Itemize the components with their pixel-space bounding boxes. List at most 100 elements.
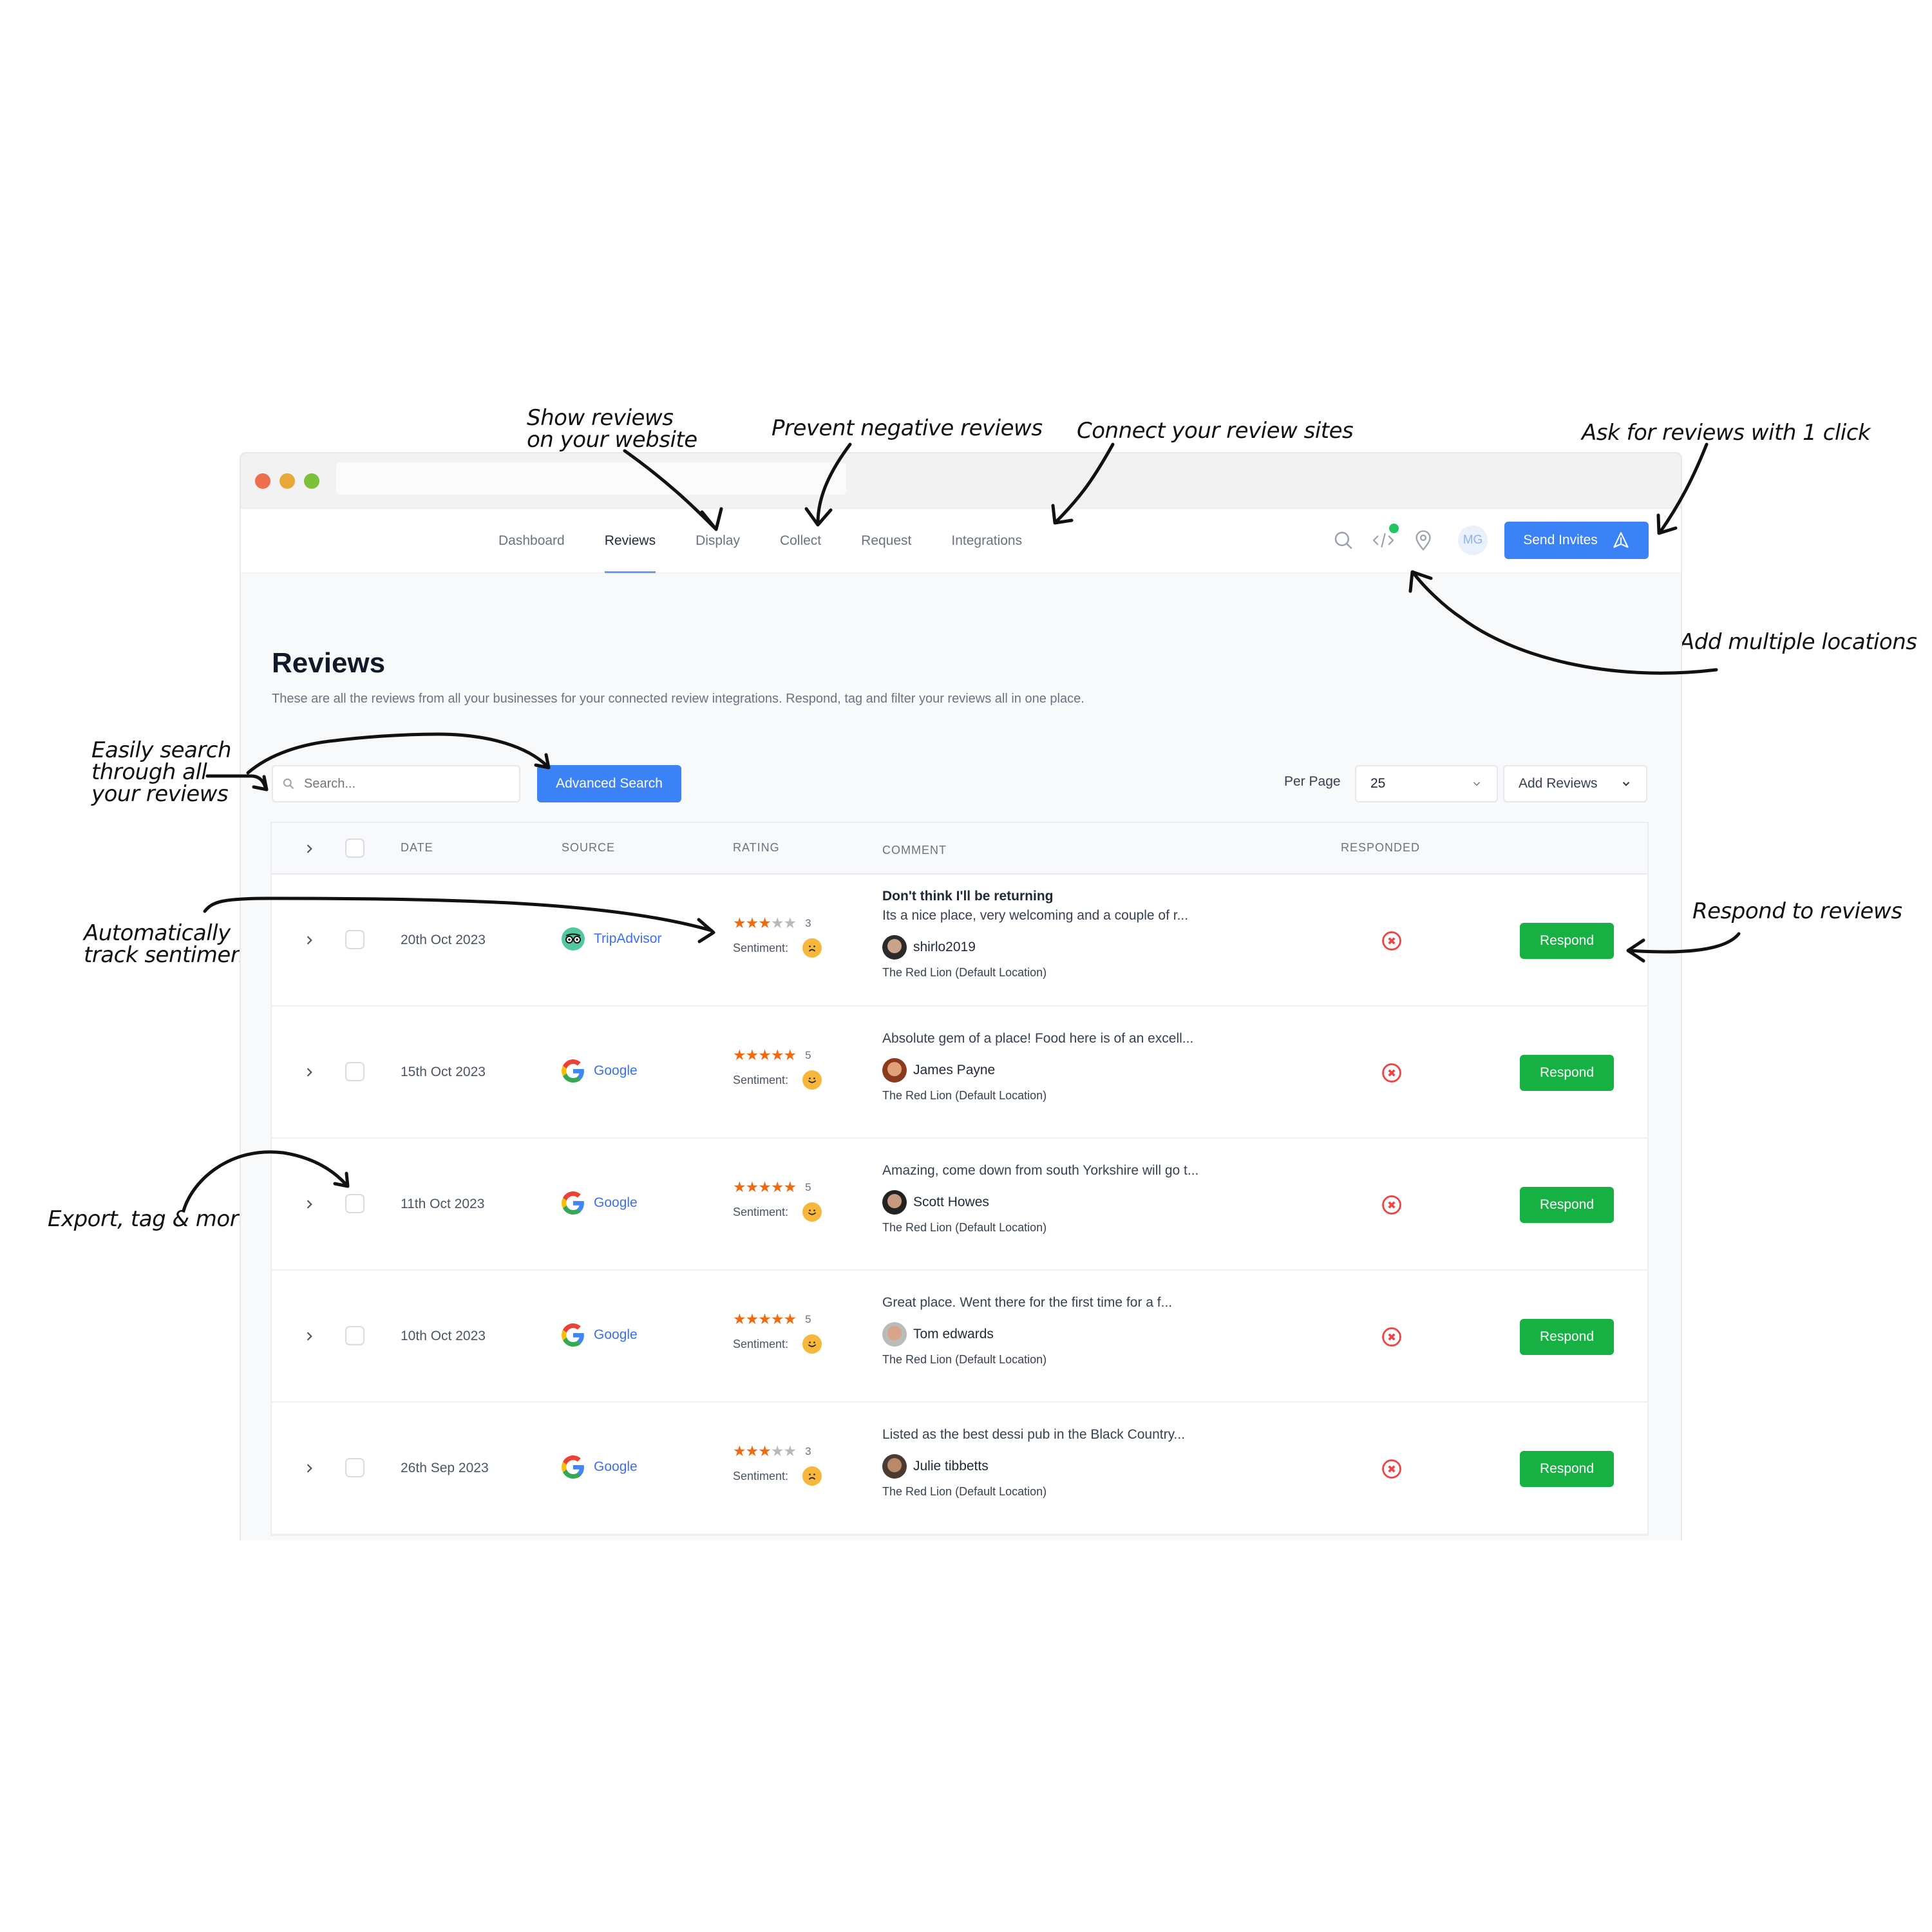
review-author: Scott Howes	[882, 1190, 1198, 1215]
review-comment[interactable]: Great place. Went there for the first ti…	[882, 1295, 1172, 1367]
table-row: 10th Oct 2023 Google ★ ★ ★ ★ ★ 5 Sentiment: G…	[272, 1271, 1647, 1403]
tab-request[interactable]: Request	[861, 509, 911, 573]
expand-all-chevron-icon[interactable]	[303, 842, 316, 855]
respond-button[interactable]: Respond	[1520, 1451, 1614, 1487]
expand-row-chevron-icon[interactable]	[303, 1330, 316, 1343]
review-comment[interactable]: Absolute gem of a place! Food here is of…	[882, 1031, 1193, 1103]
rating-number: 5	[805, 1312, 811, 1325]
star-filled-icon: ★	[745, 1311, 759, 1327]
header-source[interactable]: SOURCE	[562, 841, 615, 855]
author-name: James Payne	[913, 1063, 996, 1077]
expand-row-chevron-icon[interactable]	[303, 934, 316, 947]
row-checkbox[interactable]	[345, 930, 365, 949]
happy-face-icon	[802, 1070, 822, 1090]
not-responded-x-icon	[1382, 1459, 1401, 1479]
tab-dashboard[interactable]: Dashboard	[498, 509, 565, 573]
comment-text: Absolute gem of a place! Food here is of…	[882, 1031, 1194, 1046]
rating-number: 5	[805, 1180, 811, 1193]
sentiment-label: Sentiment:	[733, 1337, 789, 1350]
send-invites-label: Send Invites	[1523, 533, 1598, 547]
add-reviews-dropdown[interactable]: Add Reviews	[1503, 765, 1647, 802]
sentiment: Sentiment:	[733, 938, 822, 958]
code-icon[interactable]	[1370, 524, 1399, 553]
source-name: Google	[594, 1063, 638, 1078]
author-avatar	[882, 1454, 907, 1479]
author-name: Julie tibbetts	[913, 1459, 989, 1473]
window-close-dot[interactable]	[255, 473, 270, 489]
header-comment[interactable]: COMMENT	[882, 844, 947, 857]
sentiment: Sentiment:	[733, 1070, 822, 1090]
sad-face-icon	[802, 1466, 822, 1486]
review-rating: ★ ★ ★ ★ ★ 5 Sentiment:	[733, 1046, 822, 1090]
review-source[interactable]: Google	[562, 1455, 638, 1479]
review-rating: ★ ★ ★ ★ ★ 3 Sentiment:	[733, 1443, 822, 1486]
review-comment[interactable]: Don't think I'll be returning Its a nice…	[882, 889, 1188, 980]
tab-integrations[interactable]: Integrations	[951, 509, 1022, 573]
per-page-value: 25	[1370, 776, 1386, 791]
select-all-checkbox[interactable]	[345, 838, 365, 858]
rating-number: 3	[805, 916, 811, 929]
status-indicator-dot	[1389, 524, 1399, 533]
google-logo-icon	[562, 1191, 585, 1215]
search-input[interactable]	[304, 776, 497, 791]
row-checkbox[interactable]	[345, 1194, 365, 1213]
google-logo-icon	[562, 1059, 585, 1083]
tripadvisor-logo-icon	[562, 927, 585, 951]
row-checkbox[interactable]	[345, 1062, 365, 1081]
respond-button[interactable]: Respond	[1520, 923, 1614, 959]
review-source[interactable]: TripAdvisor	[562, 927, 661, 951]
star-filled-icon: ★	[733, 1179, 746, 1195]
review-source[interactable]: Google	[562, 1191, 638, 1215]
expand-row-chevron-icon[interactable]	[303, 1462, 316, 1475]
send-invites-button[interactable]: Send Invites	[1504, 522, 1649, 559]
review-comment[interactable]: Amazing, come down from south Yorkshire …	[882, 1163, 1198, 1235]
respond-button[interactable]: Respond	[1520, 1187, 1614, 1223]
star-filled-icon: ★	[770, 1046, 784, 1063]
expand-row-chevron-icon[interactable]	[303, 1066, 316, 1079]
chevron-down-icon	[1473, 782, 1481, 786]
search-icon[interactable]	[1331, 527, 1356, 553]
advanced-search-button[interactable]: Advanced Search	[537, 765, 681, 802]
row-checkbox[interactable]	[345, 1326, 365, 1345]
star-filled-icon: ★	[745, 914, 759, 931]
header-date[interactable]: DATE	[401, 841, 433, 855]
review-author: James Payne	[882, 1058, 1193, 1083]
review-date: 10th Oct 2023	[401, 1329, 486, 1343]
per-page-select[interactable]: 25	[1355, 765, 1498, 802]
author-name: shirlo2019	[913, 940, 976, 954]
star-empty-icon: ★	[783, 914, 797, 931]
review-date: 15th Oct 2023	[401, 1065, 486, 1079]
google-logo-icon	[562, 1455, 585, 1479]
search-field[interactable]	[272, 765, 520, 802]
tab-collect[interactable]: Collect	[780, 509, 821, 573]
table-row: 26th Sep 2023 Google ★ ★ ★ ★ ★ 3 Sentiment: L…	[272, 1403, 1647, 1535]
window-minimize-dot[interactable]	[279, 473, 295, 489]
table-row: 15th Oct 2023 Google ★ ★ ★ ★ ★ 5 Sentiment: A…	[272, 1007, 1647, 1139]
tab-display[interactable]: Display	[696, 509, 740, 573]
row-checkbox[interactable]	[345, 1458, 365, 1477]
review-author: Julie tibbetts	[882, 1454, 1185, 1479]
not-responded-x-icon	[1382, 1063, 1401, 1083]
header-responded[interactable]: RESPONDED	[1341, 841, 1420, 855]
author-name: Tom edwards	[913, 1327, 994, 1341]
not-responded-x-icon	[1382, 1327, 1401, 1347]
review-source[interactable]: Google	[562, 1323, 638, 1347]
source-name: Google	[594, 1459, 638, 1474]
star-rating: ★ ★ ★ ★ ★ 3	[733, 1443, 822, 1460]
location-pin-icon[interactable]	[1410, 527, 1436, 553]
expand-row-chevron-icon[interactable]	[303, 1198, 316, 1211]
review-comment[interactable]: Listed as the best dessi pub in the Blac…	[882, 1427, 1185, 1499]
review-rating: ★ ★ ★ ★ ★ 5 Sentiment:	[733, 1311, 822, 1354]
respond-button[interactable]: Respond	[1520, 1319, 1614, 1355]
respond-button[interactable]: Respond	[1520, 1055, 1614, 1091]
header-rating[interactable]: RATING	[733, 841, 780, 855]
tab-reviews[interactable]: Reviews	[604, 509, 656, 573]
sentiment: Sentiment:	[733, 1202, 822, 1222]
author-avatar	[882, 1058, 907, 1083]
star-filled-icon: ★	[733, 1311, 746, 1327]
review-source[interactable]: Google	[562, 1059, 638, 1083]
window-maximize-dot[interactable]	[304, 473, 319, 489]
user-avatar[interactable]: MG	[1458, 526, 1488, 555]
url-bar[interactable]	[336, 462, 846, 495]
review-location: The Red Lion (Default Location)	[882, 966, 1047, 979]
